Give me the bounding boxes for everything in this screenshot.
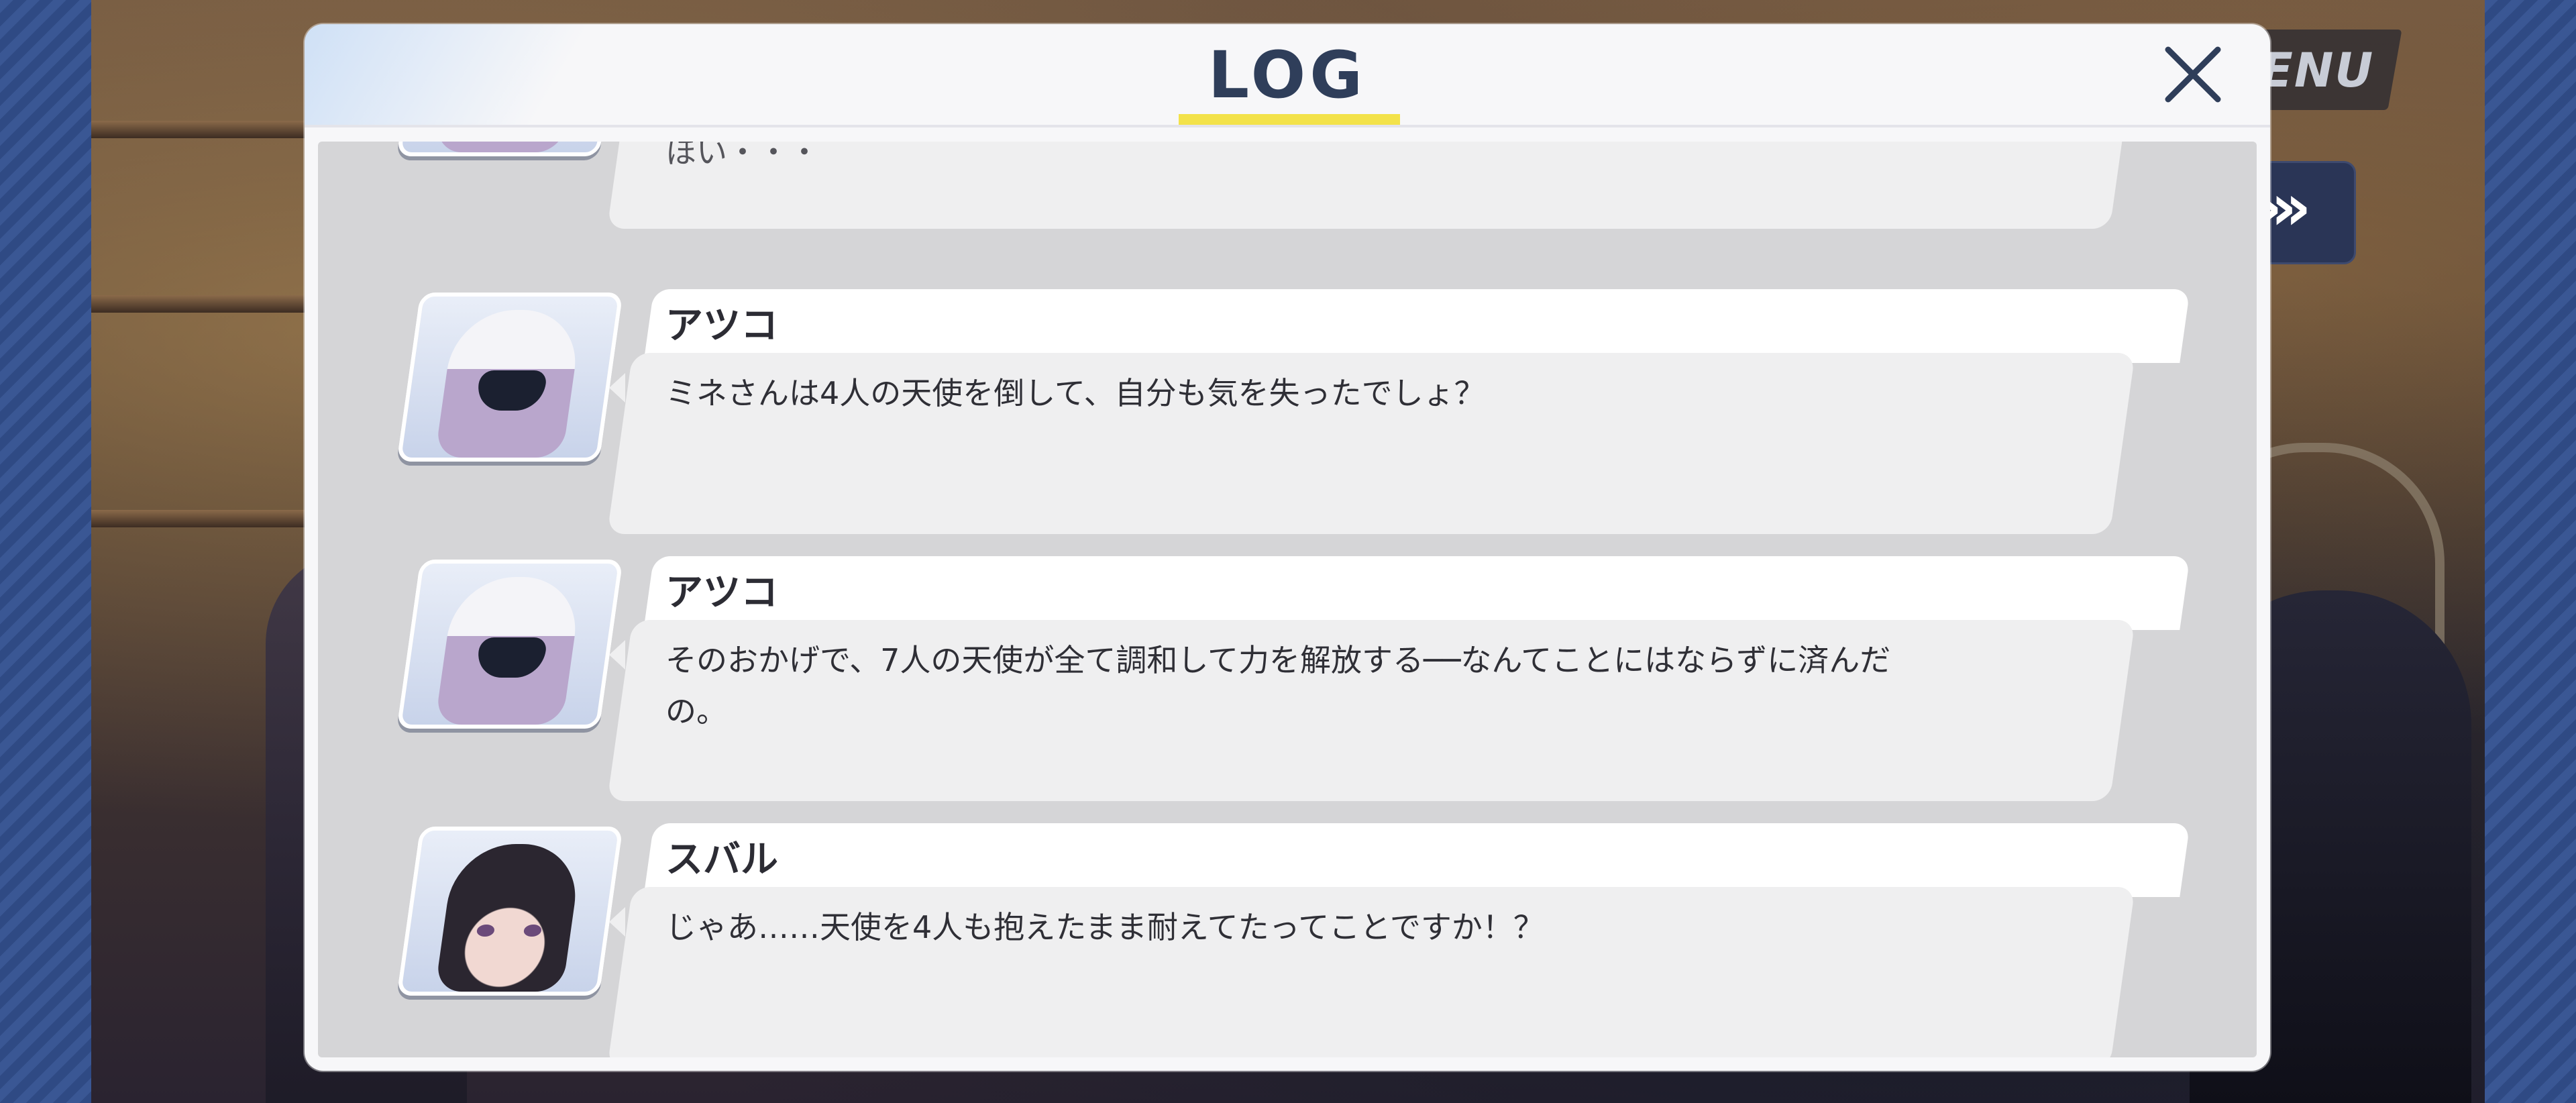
- menu-label: ENU: [2261, 43, 2375, 98]
- left-border-stripes: [0, 0, 91, 1103]
- close-button[interactable]: [2156, 38, 2230, 111]
- log-dialog-header: LOG: [305, 24, 2270, 127]
- message-text: ほい・・・: [665, 142, 820, 170]
- log-dialog: LOG ほい・・・ アツコ ミネさんは4人の天使を倒して、自分も気を失ったでしょ…: [305, 24, 2270, 1071]
- close-icon: [2165, 46, 2221, 103]
- log-entry: アツコ ミネさんは4人の天使を倒して、自分も気を失ったでしょ？: [318, 289, 2257, 534]
- speaker-name: アツコ: [665, 304, 778, 348]
- speaker-name-plate: [643, 823, 2190, 897]
- hooded-girl-avatar: [396, 293, 623, 462]
- bubble-pointer: [609, 907, 625, 937]
- speaker-name: アツコ: [665, 571, 778, 615]
- message-text: ミネさんは4人の天使を倒して、自分も気を失ったでしょ？: [665, 375, 1485, 411]
- speaker-name: スバル: [665, 838, 778, 882]
- log-title: LOG: [1208, 38, 1367, 113]
- hooded-girl-avatar: [396, 560, 623, 729]
- log-entry: アツコ そのおかげで、7人の天使が全て調和して力を解放する──なんてことにはなら…: [318, 556, 2257, 801]
- title-underline: [1179, 114, 1400, 125]
- bubble-pointer: [609, 640, 625, 670]
- hooded-girl-avatar: [396, 142, 623, 156]
- message-bubble: [607, 142, 2135, 229]
- speaker-name-plate: [643, 556, 2190, 630]
- speaker-name-plate: [643, 289, 2190, 363]
- log-list[interactable]: ほい・・・ アツコ ミネさんは4人の天使を倒して、自分も気を失ったでしょ？ アツ…: [318, 142, 2257, 1057]
- log-entry: スバル じゃあ……天使を4人も抱えたまま耐えてたってことですか！？: [318, 823, 2257, 1057]
- message-text: じゃあ……天使を4人も抱えたまま耐えてたってことですか！？: [665, 909, 1544, 945]
- avatar-face: [435, 844, 584, 992]
- bubble-pointer: [609, 373, 625, 403]
- log-entry: ほい・・・: [318, 142, 2257, 229]
- message-text: そのおかげで、7人の天使が全て調和して力を解放する──なんてことにはならずに済ん…: [665, 642, 1891, 729]
- dark-hair-girl-avatar: [396, 827, 623, 996]
- avatar-face: [435, 142, 584, 152]
- right-border-stripes: [2485, 0, 2576, 1103]
